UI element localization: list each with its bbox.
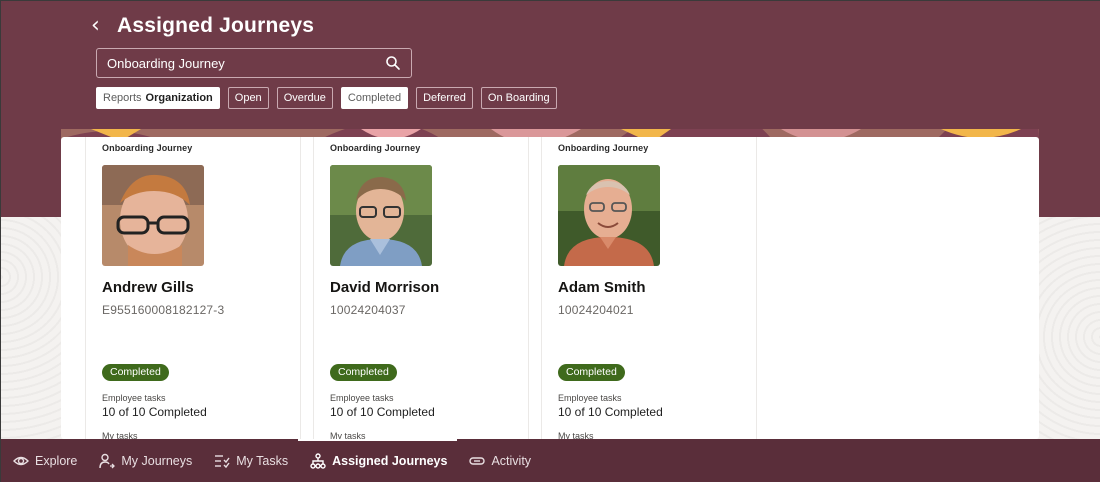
eye-icon: [13, 456, 29, 466]
filter-bar: Reports Organization Open Overdue Comple…: [96, 87, 557, 109]
employee-tasks-value: 10 of 10 Completed: [330, 405, 435, 419]
journey-card[interactable]: Onboarding Journey Adam Smith 1002420402…: [541, 137, 757, 439]
filter-reports-value: Organization: [145, 92, 213, 104]
journey-type: Onboarding Journey: [558, 143, 649, 153]
avatar: [330, 165, 432, 266]
status-badge: Completed: [558, 364, 625, 381]
filter-open[interactable]: Open: [227, 87, 269, 109]
my-tasks-label: My tasks: [558, 431, 594, 439]
activity-pill-icon: [469, 457, 486, 465]
employee-tasks-value: 10 of 10 Completed: [558, 405, 663, 419]
person-id: E955160008182127-3: [102, 303, 225, 317]
person-id: 10024204037: [330, 303, 406, 317]
person-name: David Morrison: [330, 279, 440, 296]
nav-explore[interactable]: Explore: [13, 439, 77, 482]
nav-activity-label: Activity: [491, 454, 532, 468]
filter-completed[interactable]: Completed: [340, 87, 409, 109]
filter-on-boarding[interactable]: On Boarding: [480, 87, 557, 109]
journey-card[interactable]: Onboarding Journey David Morrison 100242…: [313, 137, 529, 439]
person-path-icon: [99, 453, 116, 469]
search-input-value: Onboarding Journey: [107, 55, 225, 71]
contour-decoration-right: [1039, 217, 1100, 439]
nav-explore-label: Explore: [35, 454, 78, 468]
org-chart-icon: [310, 453, 326, 469]
employee-tasks-label: Employee tasks: [102, 393, 166, 403]
nav-assigned-journeys[interactable]: Assigned Journeys: [298, 439, 458, 482]
avatar: [558, 165, 660, 266]
search-icon[interactable]: [385, 55, 401, 71]
nav-my-tasks[interactable]: My Tasks: [214, 439, 288, 482]
filter-reports-organization[interactable]: Reports Organization: [96, 87, 220, 109]
status-badge: Completed: [102, 364, 169, 381]
nav-my-journeys-label: My Journeys: [121, 454, 193, 468]
person-name: Adam Smith: [558, 279, 646, 296]
back-button[interactable]: ‹: [91, 13, 111, 39]
search-input[interactable]: Onboarding Journey: [96, 48, 412, 78]
filter-reports-label: Reports: [103, 92, 142, 104]
contour-decoration-left: [1, 217, 63, 439]
nav-activity[interactable]: Activity: [469, 439, 531, 482]
nav-my-tasks-label: My Tasks: [236, 454, 289, 468]
page-title: Assigned Journeys: [117, 14, 315, 37]
avatar: [102, 165, 204, 266]
filter-deferred[interactable]: Deferred: [416, 87, 473, 109]
person-name: Andrew Gills: [102, 279, 194, 296]
employee-tasks-value: 10 of 10 Completed: [102, 405, 207, 419]
employee-tasks-label: Employee tasks: [330, 393, 394, 403]
status-badge: Completed: [330, 364, 397, 381]
employee-tasks-label: Employee tasks: [558, 393, 622, 403]
my-tasks-label: My tasks: [330, 431, 366, 439]
person-id: 10024204021: [558, 303, 634, 317]
journey-card[interactable]: Onboarding Journey Andrew Gills E9551600…: [85, 137, 301, 439]
bottom-navigation: Explore My Journeys My Tasks Assigned Jo…: [1, 439, 1100, 482]
nav-assigned-journeys-label: Assigned Journeys: [332, 454, 448, 468]
my-tasks-label: My tasks: [102, 431, 138, 439]
checklist-icon: [215, 455, 230, 469]
page-header: ‹ Assigned Journeys: [91, 13, 314, 39]
filter-overdue[interactable]: Overdue: [276, 87, 333, 109]
journey-type: Onboarding Journey: [102, 143, 193, 153]
nav-my-journeys[interactable]: My Journeys: [99, 439, 192, 482]
journey-type: Onboarding Journey: [330, 143, 421, 153]
